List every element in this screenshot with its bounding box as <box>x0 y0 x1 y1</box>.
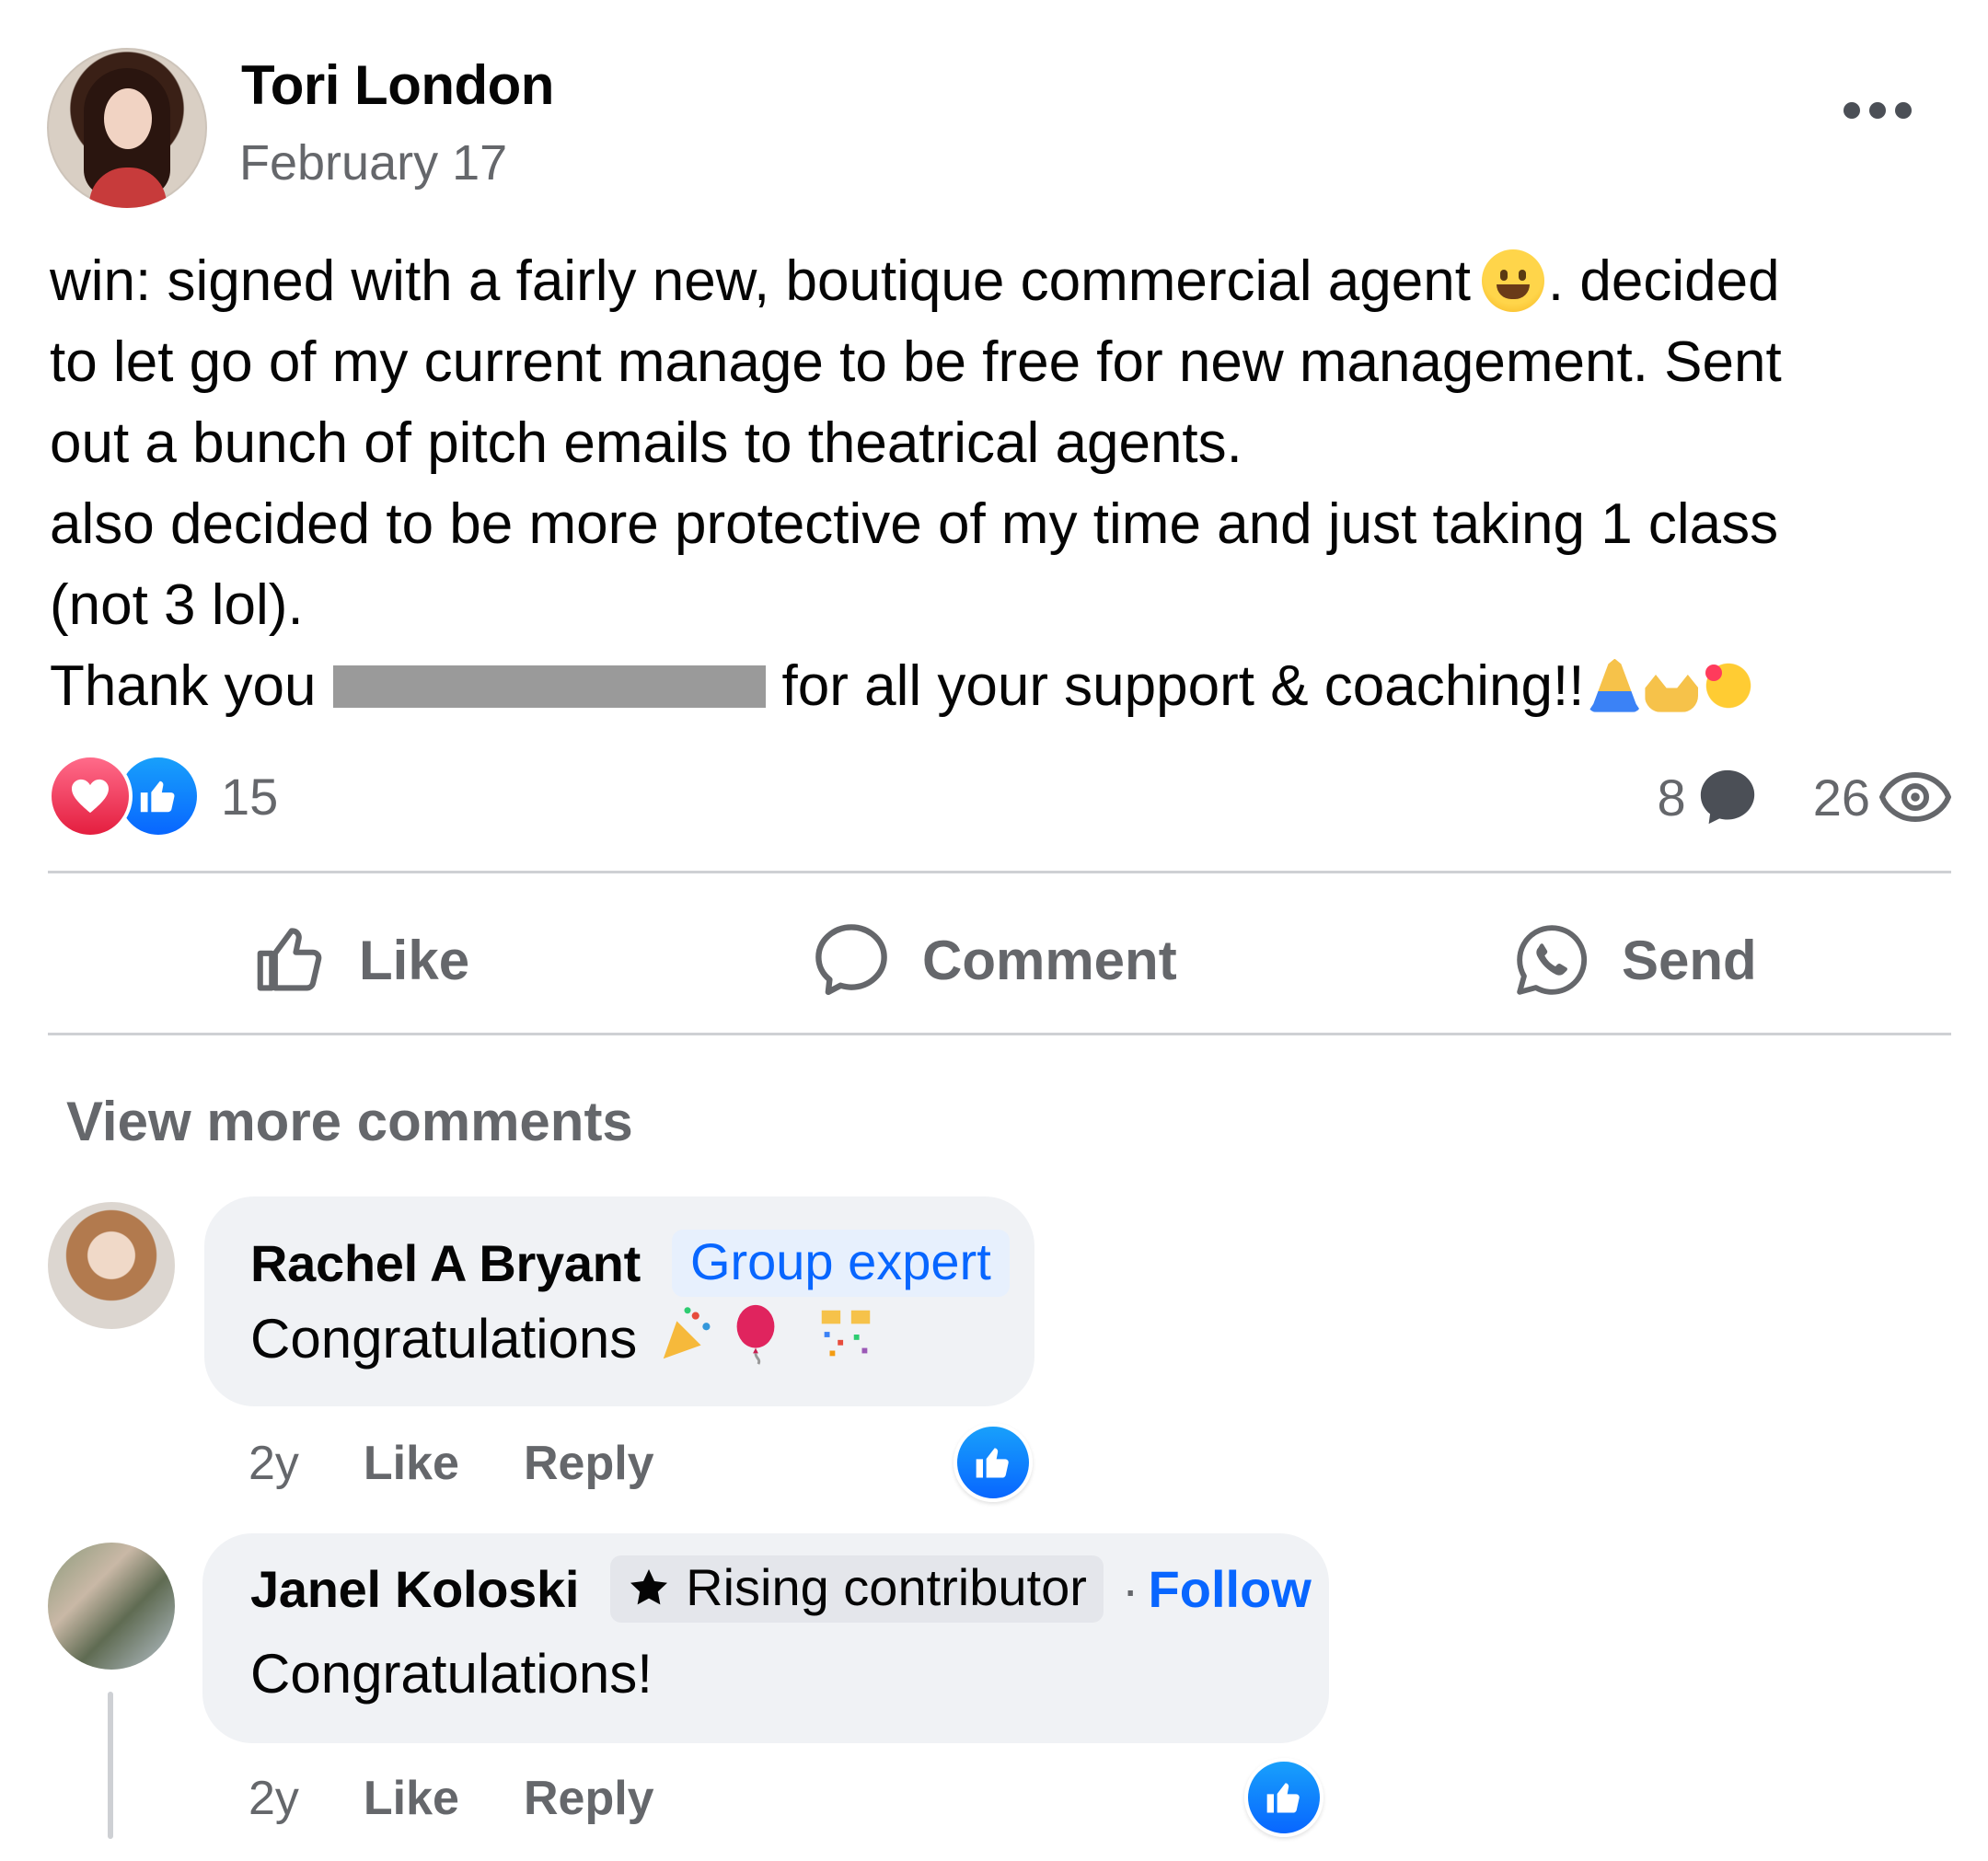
commenter-name-2[interactable]: Janel Koloski <box>250 1559 579 1619</box>
divider-bottom <box>48 1033 1951 1035</box>
folded-hands-emoji-icon <box>1588 658 1642 712</box>
post-text-line-4: also decided to be more protective of my… <box>50 492 1779 556</box>
thread-line <box>108 1692 113 1839</box>
comment-text-2: Congratulations! <box>250 1643 653 1705</box>
like-button[interactable]: Like <box>250 909 469 1011</box>
party-popper-emoji-icon <box>664 1306 711 1358</box>
send-label: Send <box>1622 929 1757 991</box>
eye-icon <box>1879 771 1951 823</box>
view-count-value: 26 <box>1812 768 1870 826</box>
comment-bubble-1 <box>204 1196 1034 1406</box>
follow-button[interactable]: Follow <box>1149 1559 1312 1619</box>
view-more-comments[interactable]: View more comments <box>66 1090 633 1153</box>
comment-count[interactable]: 8 <box>1658 765 1760 829</box>
comment-like-button-2[interactable]: Like <box>364 1771 459 1826</box>
post-text-line-3: out a bunch of pitch emails to theatrica… <box>50 411 1242 475</box>
view-count: 26 <box>1813 768 1951 827</box>
balloon-emoji-icon <box>736 1304 775 1365</box>
comment-meta-1: 2y Like Reply <box>248 1436 654 1491</box>
post-text-line-6b: for all your support & coaching!! <box>781 654 1585 718</box>
rising-contributor-label: Rising contributor <box>686 1558 1087 1616</box>
comment-text-1: Congratulations <box>250 1308 638 1370</box>
reactions-summary[interactable]: 15 <box>48 754 279 838</box>
commenter-avatar-2[interactable] <box>48 1543 175 1670</box>
comment-meta-2: 2y Like Reply <box>248 1771 654 1826</box>
comment-reply-button-2[interactable]: Reply <box>524 1771 654 1826</box>
comment-text-1-wrap: Congratulations <box>250 1304 878 1370</box>
group-expert-badge[interactable]: Group expert <box>671 1230 1010 1297</box>
redacted-mention <box>332 665 766 708</box>
comment-time-1[interactable]: 2y <box>248 1436 299 1491</box>
post-text-line-1b: . decided <box>1547 249 1780 313</box>
commenter-avatar-1[interactable] <box>48 1202 175 1329</box>
like-label: Like <box>359 929 470 991</box>
love-reaction-icon <box>48 754 133 838</box>
post-text-line-5: (not 3 lol). <box>50 573 304 637</box>
comment-button[interactable]: Comment <box>810 909 1177 1011</box>
post-date[interactable]: February 17 <box>239 134 507 191</box>
whatsapp-send-icon <box>1517 925 1588 995</box>
confetti-emoji-icon <box>822 1310 871 1356</box>
comment-reply-button-1[interactable]: Reply <box>524 1436 654 1491</box>
divider-top <box>48 871 1951 873</box>
post-stats: 8 26 <box>1658 758 1951 836</box>
author-name[interactable]: Tori London <box>241 53 554 117</box>
like-icon <box>257 928 322 991</box>
comment-like-reaction-icon-2[interactable] <box>1244 1758 1323 1837</box>
comment-time-2[interactable]: 2y <box>248 1771 299 1826</box>
star-icon <box>630 1568 668 1604</box>
post-text-line-6: Thank you <box>50 654 317 718</box>
comment-count-icon <box>1700 769 1754 825</box>
smiling-hearts-emoji-icon <box>1702 658 1756 712</box>
author-avatar[interactable] <box>47 48 207 208</box>
grinning-emoji-icon <box>1481 249 1544 312</box>
send-button[interactable]: Send <box>1511 909 1757 1011</box>
commenter-name-1[interactable]: Rachel A Bryant <box>250 1233 641 1293</box>
comment-like-reaction-icon-1[interactable] <box>954 1423 1033 1502</box>
comment-icon <box>815 924 887 996</box>
comment-count-value: 8 <box>1657 768 1686 826</box>
reaction-count: 15 <box>221 767 279 826</box>
rising-contributor-badge[interactable]: Rising contributor <box>610 1555 1104 1623</box>
comment-like-button-1[interactable]: Like <box>364 1436 459 1491</box>
comment-label: Comment <box>922 929 1177 991</box>
post-text-line-2: to let go of my current manage to be fre… <box>50 330 1782 394</box>
more-icon[interactable] <box>1836 92 1919 129</box>
comment-header-2: Janel Koloski Rising contributor · Follo… <box>250 1555 1312 1623</box>
post-body: win: signed with a fairly new, boutique … <box>50 241 1946 727</box>
comment-header-1: Rachel A Bryant Group expert <box>250 1230 1010 1297</box>
raising-hands-emoji-icon <box>1645 675 1699 712</box>
separator-dot: · <box>1121 1560 1139 1618</box>
post-text-line-1: win: signed with a fairly new, boutique … <box>50 249 1471 313</box>
